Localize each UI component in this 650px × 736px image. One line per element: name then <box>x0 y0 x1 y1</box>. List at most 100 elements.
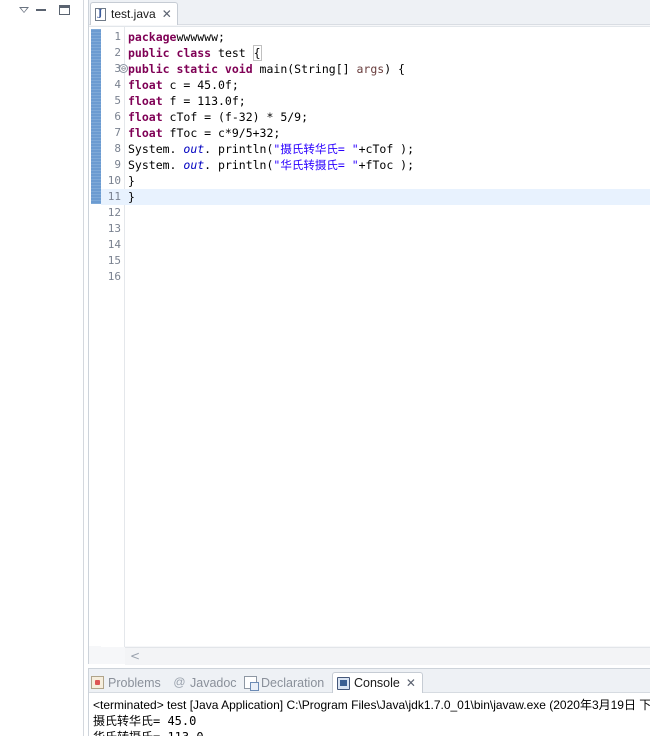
tab-console-label: Console <box>354 676 400 690</box>
code-token: +fToc ); <box>358 158 415 172</box>
maximize-icon[interactable] <box>59 5 70 15</box>
code-text: } <box>128 189 135 205</box>
line-number: 4 <box>114 78 121 91</box>
code-token: float <box>128 94 163 108</box>
line-number: 6 <box>114 110 121 123</box>
code-token: public class <box>128 46 212 60</box>
line-number: 11 <box>107 190 121 203</box>
editor-tab-bar: J test.java ✕ <box>89 0 650 25</box>
code-line[interactable]: 13 <box>101 221 650 237</box>
code-token: args <box>356 62 385 76</box>
code-token: "摄氏转华氏= " <box>273 142 359 156</box>
code-token: System. <box>128 142 184 156</box>
line-number: 1 <box>114 30 121 43</box>
code-text: float cTof = (f-32) * 5/9; <box>128 109 308 125</box>
console-icon <box>337 676 350 690</box>
code-token: "华氏转摄氏= " <box>273 158 359 172</box>
code-line[interactable]: 7 float fToc = c*9/5+32; <box>101 125 650 141</box>
java-file-icon: J <box>95 7 106 21</box>
close-icon[interactable]: ✕ <box>162 7 172 21</box>
tab-console[interactable]: Console ✕ <box>332 672 423 693</box>
code-line[interactable]: 16 <box>101 269 650 285</box>
line-number: 13 <box>107 222 121 235</box>
editor-tab-test-java[interactable]: J test.java ✕ <box>90 2 178 25</box>
line-number: 9 <box>114 158 121 171</box>
tab-declaration[interactable]: Declaration <box>244 672 324 693</box>
fold-collapse-icon[interactable]: ⊖ <box>119 64 128 73</box>
console-terminated-status: <terminated> test [Java Application] C:\… <box>93 698 650 712</box>
console-output[interactable]: <terminated> test [Java Application] C:\… <box>89 694 650 736</box>
left-view-strip <box>0 0 84 736</box>
code-line[interactable]: 11} <box>101 189 650 205</box>
code-text: public class test { <box>128 45 262 61</box>
problems-icon <box>91 676 104 689</box>
code-token: . println( <box>204 158 274 172</box>
code-lines[interactable]: 1 packagewwwwww; 2 public class test {3 ⊖ pub… <box>101 29 650 285</box>
tab-declaration-label: Declaration <box>261 675 325 690</box>
code-token: +cTof ); <box>358 142 415 156</box>
line-number: 12 <box>107 206 121 219</box>
code-token: } <box>128 190 135 204</box>
close-icon[interactable]: ✕ <box>406 676 416 690</box>
tab-problems-label: Problems <box>108 675 161 690</box>
code-token: float <box>128 126 163 140</box>
line-number: 5 <box>114 94 121 107</box>
line-number: 3 <box>114 62 121 75</box>
code-text: packagewwwwww; <box>128 29 225 45</box>
code-token: float <box>128 78 163 92</box>
code-line[interactable]: 1 packagewwwwww; <box>101 29 650 45</box>
code-text: float f = 113.0f; <box>128 93 246 109</box>
code-text: float fToc = c*9/5+32; <box>128 125 280 141</box>
minimize-icon[interactable] <box>36 9 46 11</box>
change-indicator-bar <box>91 29 101 204</box>
javadoc-icon: @ <box>173 675 186 689</box>
code-token: { <box>252 45 262 61</box>
code-token: package <box>128 30 177 44</box>
code-line[interactable]: 12 <box>101 205 650 221</box>
scroll-left-icon[interactable]: < <box>130 649 140 663</box>
editor-tab-label: test.java <box>111 7 156 21</box>
code-line[interactable]: 5 float f = 113.0f; <box>101 93 650 109</box>
code-token: float <box>128 110 163 124</box>
code-line[interactable]: 2 public class test { <box>101 45 650 61</box>
view-menu-chevron-down-icon[interactable] <box>19 7 29 13</box>
line-number: 2 <box>114 46 121 59</box>
bottom-views-pane: Problems @ Javadoc Declaration Console ✕… <box>88 668 650 736</box>
code-text: } <box>128 173 135 189</box>
console-output-line: 华氏转摄氏= 113.0 <box>93 728 204 736</box>
code-text: float c = 45.0f; <box>128 77 239 93</box>
code-token: main(String[] <box>252 62 357 76</box>
line-number: 10 <box>107 174 121 187</box>
editor-pane: J test.java ✕ 1 packagewwwwww; 2 public cla… <box>88 0 650 665</box>
code-token: out <box>183 158 205 172</box>
code-text: System. out. println("华氏转摄氏= "+fToc ); <box>128 157 414 173</box>
code-token: ) { <box>384 62 405 76</box>
code-line[interactable]: 14 <box>101 237 650 253</box>
code-token: test <box>211 46 253 60</box>
code-token: f = 113.0f; <box>162 94 246 108</box>
code-line[interactable]: 6 float cTof = (f-32) * 5/9; <box>101 109 650 125</box>
tab-problems[interactable]: Problems <box>91 672 161 693</box>
code-editor[interactable]: 1 packagewwwwww; 2 public class test {3 ⊖ pub… <box>89 26 650 665</box>
code-token: public static void <box>128 62 253 76</box>
code-line[interactable]: 8 System. out. println("摄氏转华氏= "+cTof ); <box>101 141 650 157</box>
horizontal-scrollbar[interactable]: < <box>125 647 650 665</box>
line-number: 8 <box>114 142 121 155</box>
code-line[interactable]: 15 <box>101 253 650 269</box>
code-token: . println( <box>204 142 274 156</box>
tab-javadoc-label: Javadoc <box>190 675 237 690</box>
code-line[interactable]: 4 float c = 45.0f; <box>101 77 650 93</box>
code-token: c = 45.0f; <box>162 78 239 92</box>
code-text: System. out. println("摄氏转华氏= "+cTof ); <box>128 141 414 157</box>
declaration-icon <box>244 676 259 691</box>
line-number: 7 <box>114 126 121 139</box>
code-token: System. <box>128 158 184 172</box>
code-line[interactable]: 10} <box>101 173 650 189</box>
code-line[interactable]: 3 ⊖ public static void main(String[] args)… <box>101 61 650 77</box>
code-token: fToc = c*9/5+32; <box>162 126 281 140</box>
tab-javadoc[interactable]: @ Javadoc <box>173 672 237 693</box>
line-number: 15 <box>107 254 121 267</box>
code-line[interactable]: 9 System. out. println("华氏转摄氏= "+fToc ); <box>101 157 650 173</box>
code-token: cTof = (f-32) * 5/9; <box>162 110 309 124</box>
code-token: wwwwww; <box>176 30 225 44</box>
